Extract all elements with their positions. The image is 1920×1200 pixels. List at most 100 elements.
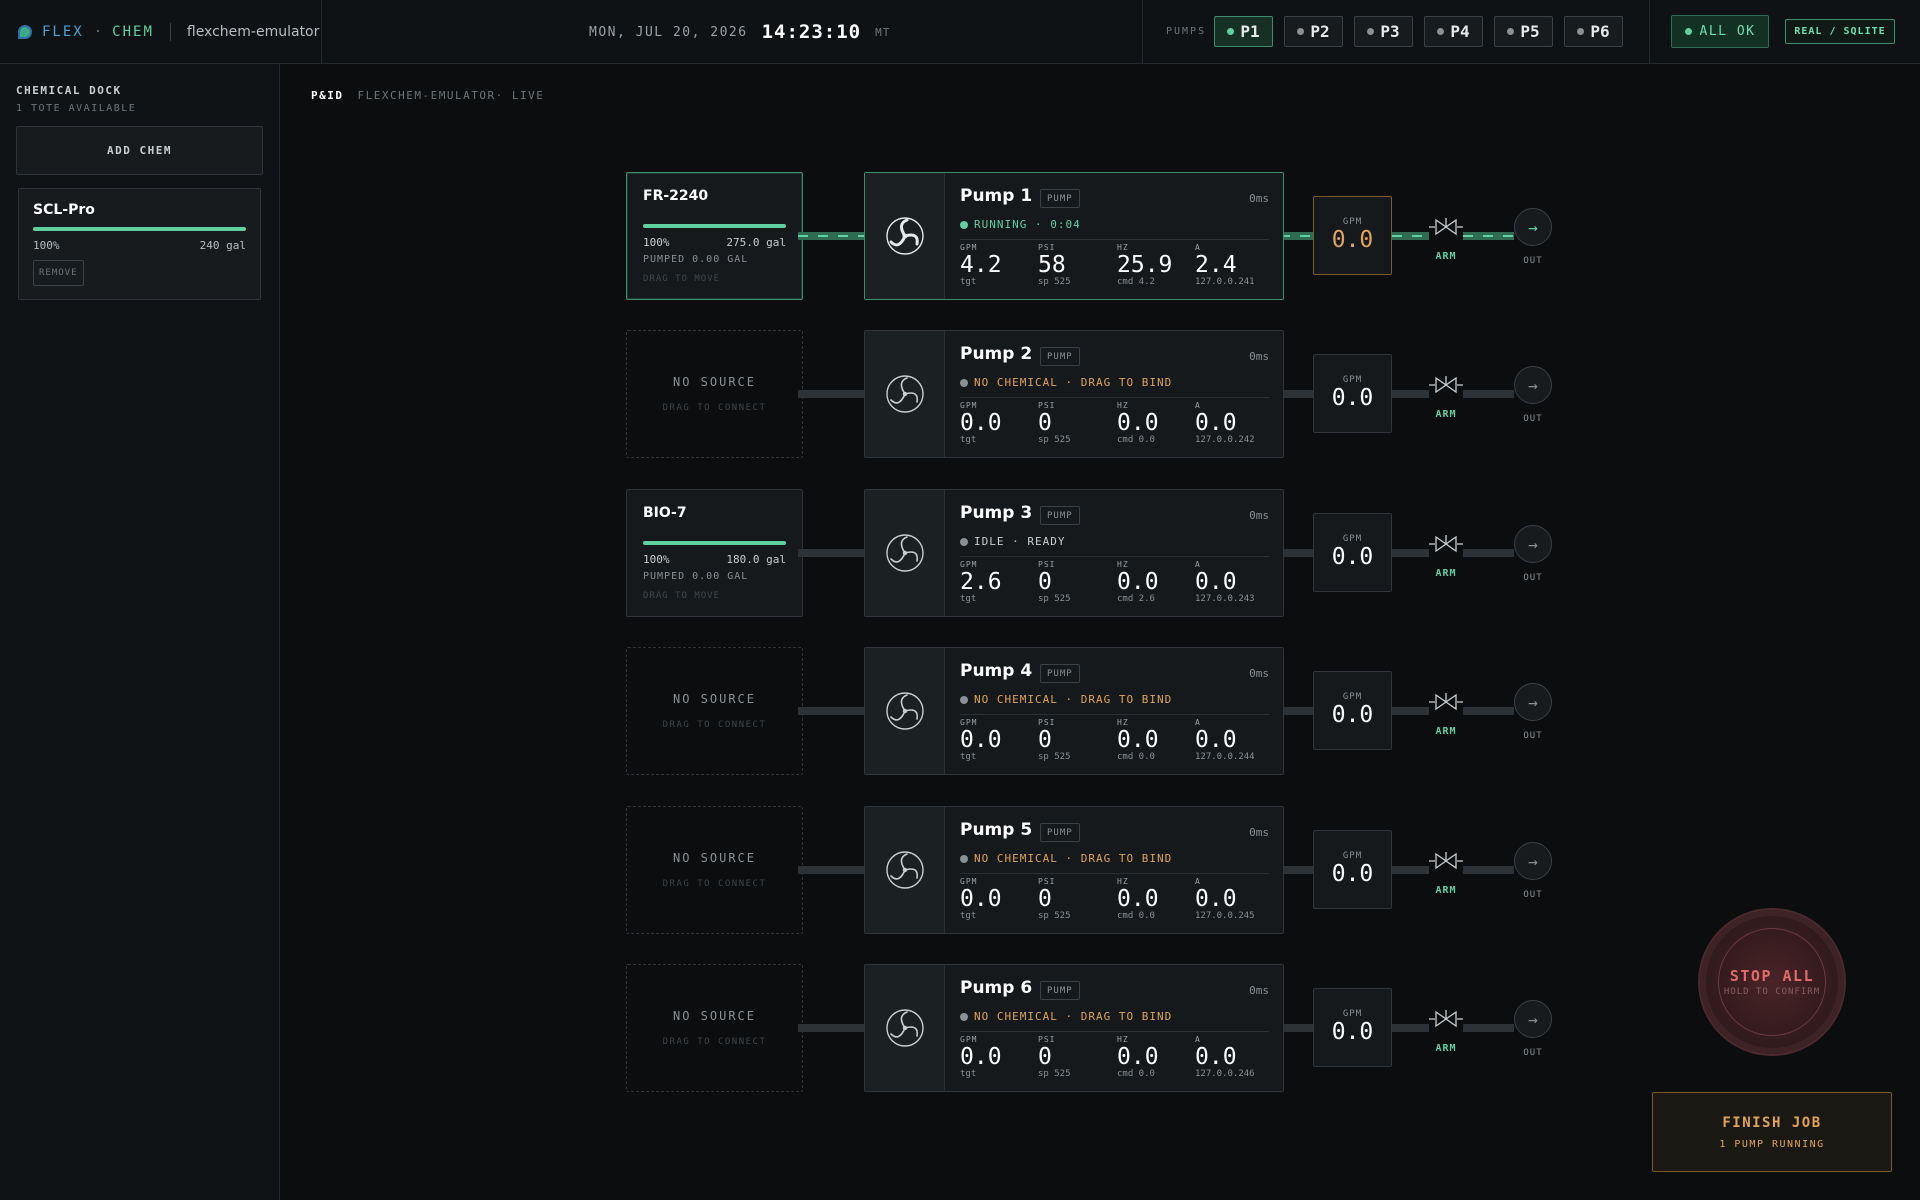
status-dot-icon — [1684, 28, 1692, 35]
metric-a: A 0.0 127.0.0.243 — [1195, 560, 1255, 604]
brand-divider — [169, 23, 171, 41]
pump-latency: 0ms — [1249, 350, 1269, 363]
metric-value: 0 — [1038, 410, 1052, 436]
out-arrow-icon[interactable]: → — [1514, 208, 1552, 246]
stop-all-label: STOP ALL — [1729, 967, 1815, 985]
pump-status: NO CHEMICAL · DRAG TO BIND — [960, 1010, 1172, 1023]
metric-label: GPM — [960, 718, 978, 727]
valve-icon[interactable] — [1429, 1008, 1463, 1030]
metric-label: A — [1195, 560, 1201, 569]
metric-a: A 0.0 127.0.0.242 — [1195, 401, 1255, 445]
pump-card[interactable]: Pump 5 PUMP 0ms NO CHEMICAL · DRAG TO BIND G… — [864, 806, 1284, 934]
pump-card[interactable]: Pump 6 PUMP 0ms NO CHEMICAL · DRAG TO BIND G… — [864, 964, 1284, 1092]
pump-card[interactable]: Pump 2 PUMP 0ms NO CHEMICAL · DRAG TO BIND G… — [864, 330, 1284, 458]
pipe-segment — [1463, 390, 1514, 398]
out-arrow-icon[interactable]: → — [1514, 525, 1552, 563]
source-pumped: PUMPED 0.00 GAL — [643, 254, 749, 265]
pump-card[interactable]: Pump 1 PUMP 0ms RUNNING · 0:04 GPM 4.2 tgt PSI 5… — [864, 172, 1284, 300]
source-drag-hint: DRAG TO MOVE — [643, 591, 721, 601]
metric-psi: PSI 0 sp 525 — [1038, 560, 1071, 604]
source-level-fill — [643, 224, 786, 228]
flow-meter-label: GPM — [1342, 692, 1363, 702]
valve-icon[interactable] — [1429, 216, 1463, 238]
metric-a: A 0.0 127.0.0.245 — [1195, 877, 1255, 921]
empty-source-slot[interactable]: NO SOURCE DRAG TO CONNECT — [626, 964, 803, 1092]
metric-label: GPM — [960, 877, 978, 886]
pump-name: Pump 6 — [960, 978, 1033, 998]
metric-sub: tgt — [960, 277, 977, 287]
pump-tab-p5[interactable]: P5 — [1494, 16, 1553, 47]
system-status-button[interactable]: ALL OK — [1671, 15, 1769, 48]
metric-gpm: GPM 0.0 tgt — [960, 1035, 1002, 1079]
pump-card[interactable]: Pump 4 PUMP 0ms NO CHEMICAL · DRAG TO BIND G… — [864, 647, 1284, 775]
pump-tab-p3[interactable]: P3 — [1354, 16, 1413, 47]
metric-sub: 127.0.0.245 — [1195, 911, 1255, 921]
metric-hz: HZ 0.0 cmd 0.0 — [1117, 718, 1159, 762]
pipe-segment — [1392, 866, 1429, 874]
pump-card[interactable]: Pump 3 PUMP 0ms IDLE · READY GPM 2.6 tgt PSI 0 sp… — [864, 489, 1284, 617]
out-arrow-icon[interactable]: → — [1514, 1000, 1552, 1038]
tote-card[interactable]: SCL-Pro 100% 240 gal REMOVE — [18, 188, 261, 300]
metric-value: 0.0 — [1117, 1044, 1159, 1070]
source-tote[interactable]: FR-2240 100% 275.0 gal PUMPED 0.00 GAL DRAG … — [626, 172, 803, 300]
pump-tag: PUMP — [1040, 823, 1080, 842]
metric-sub: tgt — [960, 911, 977, 921]
no-source-label: NO SOURCE — [672, 375, 757, 389]
pump-divider — [960, 714, 1269, 715]
metric-a: A 0.0 127.0.0.244 — [1195, 718, 1255, 762]
finish-job-button[interactable]: FINISH JOB 1 PUMP RUNNING — [1652, 1092, 1892, 1172]
valve-icon[interactable] — [1429, 691, 1463, 713]
add-chem-button[interactable]: ADD CHEM — [16, 126, 263, 175]
out-arrow-icon[interactable]: → — [1514, 842, 1552, 880]
pipe-segment — [1463, 232, 1514, 240]
metric-hz: HZ 0.0 cmd 2.6 — [1117, 560, 1159, 604]
empty-source-slot[interactable]: NO SOURCE DRAG TO CONNECT — [626, 330, 803, 458]
impeller-icon — [865, 490, 945, 616]
empty-source-slot[interactable]: NO SOURCE DRAG TO CONNECT — [626, 647, 803, 775]
metric-psi: PSI 0 sp 525 — [1038, 877, 1071, 921]
impeller-icon — [865, 331, 945, 457]
pump-status: IDLE · READY — [960, 535, 1065, 548]
pipe-segment — [1280, 707, 1315, 715]
metric-sub: sp 525 — [1038, 594, 1071, 604]
source-gallons: 180.0 gal — [726, 553, 786, 566]
metric-label: PSI — [1038, 401, 1056, 410]
empty-source-slot[interactable]: NO SOURCE DRAG TO CONNECT — [626, 806, 803, 934]
pump-tab-p4[interactable]: P4 — [1424, 16, 1483, 47]
metric-value: 0.0 — [1117, 886, 1159, 912]
metric-label: PSI — [1038, 560, 1056, 569]
metric-label: HZ — [1117, 560, 1129, 569]
metric-label: HZ — [1117, 877, 1129, 886]
stop-all-button[interactable]: STOP ALL HOLD TO CONFIRM — [1700, 910, 1844, 1054]
no-source-label: NO SOURCE — [672, 692, 757, 706]
dock-subtitle: 1 TOTE AVAILABLE — [16, 103, 137, 114]
flow-meter: GPM 0.0 — [1313, 830, 1392, 909]
out-arrow-icon[interactable]: → — [1514, 683, 1552, 721]
metric-sub: sp 525 — [1038, 752, 1071, 762]
flow-meter-value: 0.0 — [1331, 385, 1374, 411]
system-status-label: ALL OK — [1699, 24, 1756, 39]
out-label: OUT — [1523, 256, 1543, 266]
mode-badge[interactable]: REAL / SQLITE — [1785, 19, 1895, 44]
valve-icon[interactable] — [1429, 374, 1463, 396]
pump-tab-p6[interactable]: P6 — [1564, 16, 1623, 47]
pump-row: NO SOURCE DRAG TO CONNECT Pump 4 PUMP 0ms NO… — [626, 647, 1556, 775]
valve-icon[interactable] — [1429, 533, 1463, 555]
valve-icon[interactable] — [1429, 850, 1463, 872]
pump-tab-p2[interactable]: P2 — [1284, 16, 1343, 47]
out-arrow-icon[interactable]: → — [1514, 366, 1552, 404]
metric-label: A — [1195, 243, 1201, 252]
metric-value: 0.0 — [1117, 727, 1159, 753]
pump-status: NO CHEMICAL · DRAG TO BIND — [960, 376, 1172, 389]
pipe-segment — [1280, 866, 1315, 874]
remove-tote-button[interactable]: REMOVE — [33, 260, 84, 286]
metric-psi: PSI 0 sp 525 — [1038, 718, 1071, 762]
pipe-segment — [1280, 1024, 1315, 1032]
header-divider — [321, 0, 322, 64]
pump-tab-p1[interactable]: P1 — [1214, 16, 1273, 47]
metric-label: PSI — [1038, 877, 1056, 886]
flow-meter-label: GPM — [1342, 375, 1363, 385]
pump-status-text: NO CHEMICAL · DRAG TO BIND — [974, 1010, 1173, 1023]
source-tote[interactable]: BIO-7 100% 180.0 gal PUMPED 0.00 GAL DRAG TO… — [626, 489, 803, 617]
pump-name: Pump 4 — [960, 661, 1033, 681]
